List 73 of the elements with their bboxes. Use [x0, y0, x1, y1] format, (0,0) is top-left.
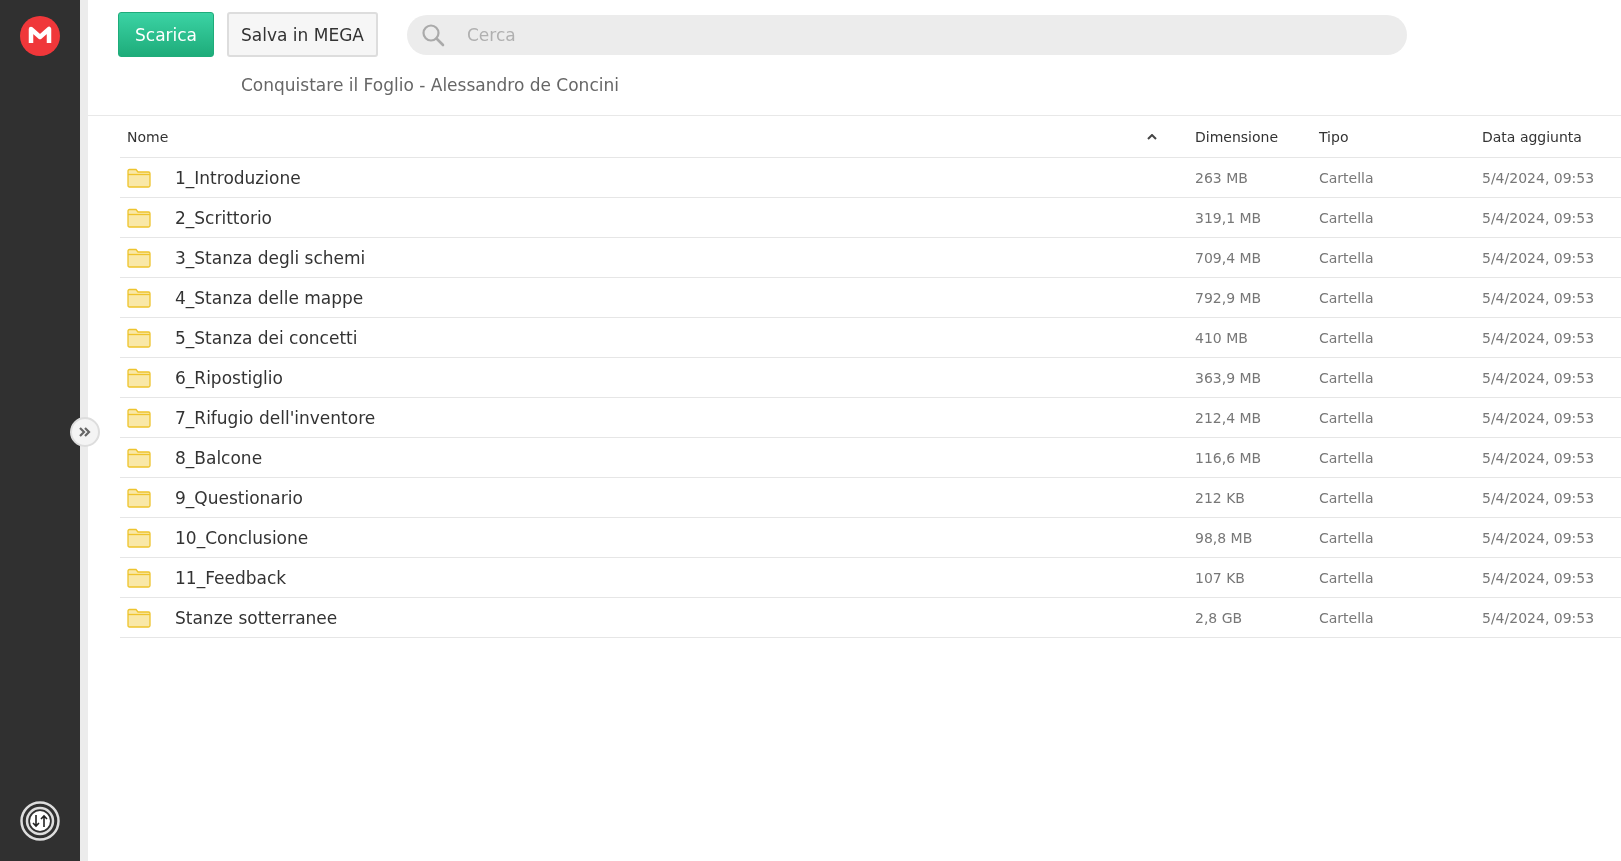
folder-icon	[127, 447, 151, 468]
date-cell: 5/4/2024, 09:53	[1482, 289, 1595, 306]
folder-title: Conquistare il Foglio - Alessandro de Concini	[240, 74, 620, 97]
folder-name[interactable]: 4_Stanza delle mappe	[175, 287, 364, 308]
size-cell: 107 KB	[1195, 569, 1245, 586]
type-cell: Cartella	[1319, 329, 1374, 346]
date-cell: 5/4/2024, 09:53	[1482, 609, 1595, 626]
size-cell: 2,8 GB	[1195, 609, 1243, 626]
folder-name[interactable]: 7_Rifugio dell'inventore	[175, 407, 376, 428]
date-cell: 5/4/2024, 09:53	[1482, 169, 1595, 186]
folder-icon	[127, 327, 151, 348]
size-cell: 116,6 MB	[1195, 449, 1262, 466]
date-cell: 5/4/2024, 09:53	[1482, 409, 1595, 426]
type-cell: Cartella	[1319, 369, 1374, 386]
size-cell: 709,4 MB	[1195, 249, 1262, 266]
size-cell: 410 MB	[1195, 329, 1248, 346]
column-header[interactable]: Data aggiunta	[1482, 128, 1582, 145]
size-cell: 98,8 MB	[1195, 529, 1253, 546]
folder-icon	[127, 367, 151, 388]
folder-icon	[127, 607, 151, 628]
date-cell: 5/4/2024, 09:53	[1482, 249, 1595, 266]
folder-icon	[127, 407, 151, 428]
caret-icon[interactable]	[1147, 133, 1157, 140]
folder-name[interactable]: 10_Conclusione	[175, 527, 309, 548]
logo-icon[interactable]	[20, 16, 60, 56]
folder-name[interactable]: 6_Ripostiglio	[175, 367, 283, 388]
type-cell: Cartella	[1319, 209, 1374, 226]
folder-name[interactable]: Stanze sotterranee	[175, 607, 338, 628]
type-cell: Cartella	[1319, 489, 1374, 506]
folder-name[interactable]: 8_Balcone	[175, 447, 263, 468]
folder-icon	[127, 207, 151, 228]
folder-icon	[127, 167, 151, 188]
folder-name[interactable]: 3_Stanza degli schemi	[175, 247, 366, 268]
date-cell: 5/4/2024, 09:53	[1482, 449, 1595, 466]
folder-name[interactable]: 11_Feedback	[175, 567, 287, 588]
date-cell: 5/4/2024, 09:53	[1482, 329, 1595, 346]
type-cell: Cartella	[1319, 169, 1374, 186]
folder-name[interactable]: 5_Stanza dei concetti	[175, 327, 358, 348]
type-cell: Cartella	[1319, 609, 1374, 626]
type-cell: Cartella	[1319, 409, 1374, 426]
column-header[interactable]: Tipo	[1319, 128, 1349, 145]
size-cell: 212,4 MB	[1195, 409, 1262, 426]
size-cell: 319,1 MB	[1195, 209, 1262, 226]
folder-name[interactable]: 9_Questionario	[175, 487, 303, 508]
folder-name[interactable]: 2_Scrittorio	[175, 207, 272, 228]
column-header[interactable]: Dimensione	[1195, 128, 1279, 145]
folder-icon	[127, 527, 151, 548]
date-cell: 5/4/2024, 09:53	[1482, 369, 1595, 386]
date-cell: 5/4/2024, 09:53	[1482, 209, 1595, 226]
date-cell: 5/4/2024, 09:53	[1482, 569, 1595, 586]
type-cell: Cartella	[1319, 289, 1374, 306]
size-cell: 363,9 MB	[1195, 369, 1262, 386]
type-cell: Cartella	[1319, 449, 1374, 466]
search-icon	[421, 22, 445, 47]
search-field[interactable]: Cerca	[407, 14, 1407, 55]
size-cell: 212 KB	[1195, 489, 1245, 506]
folder-name[interactable]: 1_Introduzione	[175, 167, 301, 188]
column-header[interactable]: Nome	[127, 128, 169, 145]
date-cell: 5/4/2024, 09:53	[1482, 489, 1595, 506]
type-cell: Cartella	[1319, 529, 1374, 546]
date-cell: 5/4/2024, 09:53	[1482, 529, 1595, 546]
folder-icon	[127, 567, 151, 588]
folder-icon	[127, 487, 151, 508]
expand-icon[interactable]	[70, 417, 100, 447]
search-input[interactable]: Cerca	[465, 23, 1407, 46]
transfer-icon[interactable]	[20, 801, 60, 841]
size-cell: 792,9 MB	[1195, 289, 1262, 306]
folder-icon	[127, 247, 151, 268]
type-cell: Cartella	[1319, 249, 1374, 266]
size-cell: 263 MB	[1195, 169, 1248, 186]
type-cell: Cartella	[1319, 569, 1374, 586]
folder-icon	[127, 287, 151, 308]
save-button[interactable]: Salva in MEGA	[227, 12, 378, 57]
